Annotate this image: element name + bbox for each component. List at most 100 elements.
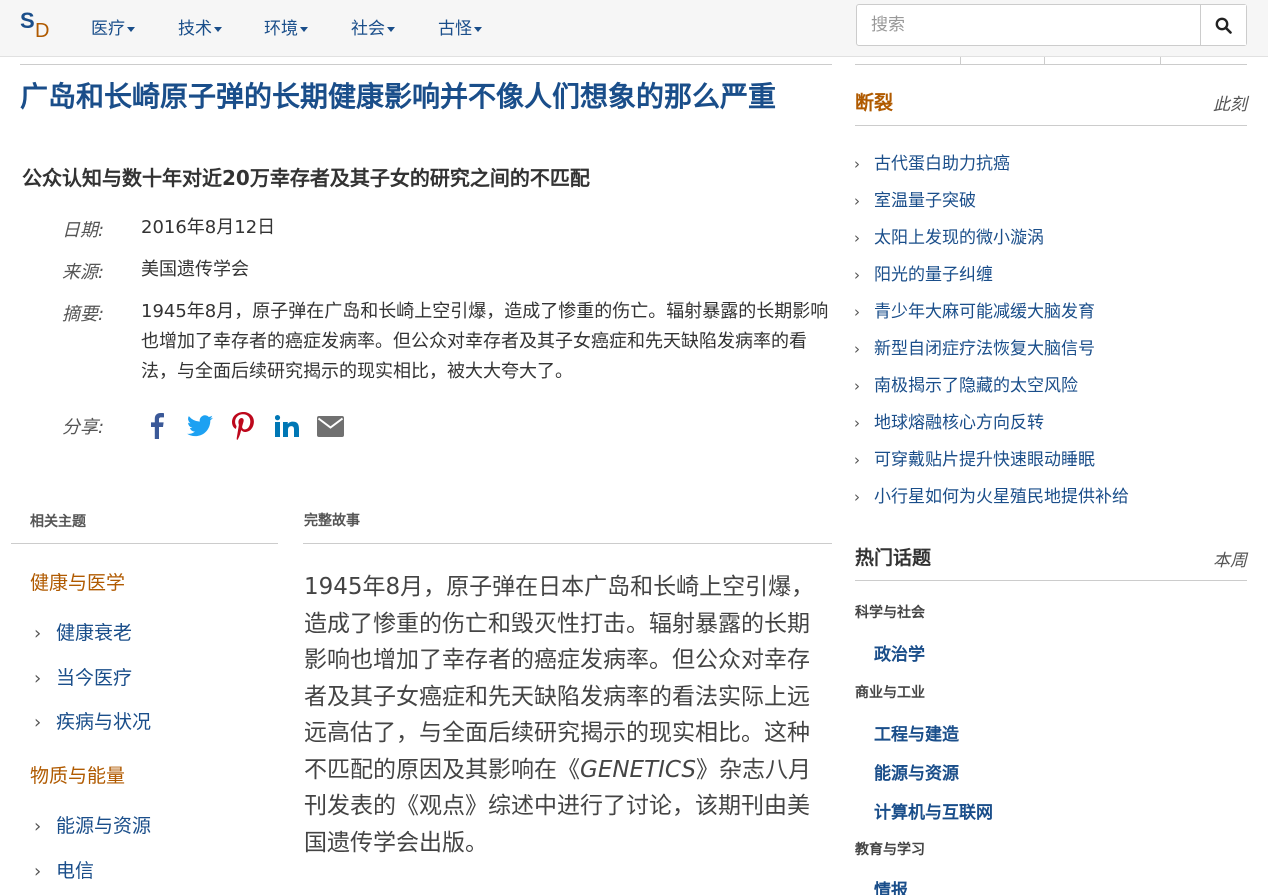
chevron-right-icon: › — [34, 816, 42, 837]
summary-text: 1945年8月，原子弹在广岛和长崎上空引爆，造成了惨重的伤亡。辐射暴露的长期影响… — [141, 301, 829, 382]
trending-heading: 热门话题 — [855, 547, 932, 569]
tab-separator — [1160, 57, 1161, 65]
breaking-news-label: 可穿戴贴片提升快速眼动睡眠 — [874, 450, 1095, 470]
divider — [20, 64, 832, 65]
tab-separator — [960, 57, 961, 65]
topic-link[interactable]: › 当今医疗 — [34, 663, 132, 690]
breaking-news-item[interactable]: › 小行星如何为火星殖民地提供补给 — [854, 482, 1129, 507]
trending-category: 教育与学习 — [855, 842, 925, 858]
breaking-news-label: 阳光的量子纠缠 — [874, 265, 993, 285]
breaking-when: 此刻 — [1213, 95, 1247, 115]
caret-down-icon — [127, 26, 135, 32]
nav-menu-health[interactable]: 医疗 — [91, 14, 135, 39]
breaking-news-item[interactable]: › 室温量子突破 — [854, 186, 976, 211]
breaking-heading: 断裂 — [855, 92, 894, 114]
nav-label: 医疗 — [91, 19, 125, 39]
trending-link[interactable]: 计算机与互联网 — [874, 798, 993, 823]
breaking-news-label: 小行星如何为火星殖民地提供补给 — [874, 487, 1129, 507]
chevron-right-icon: › — [34, 861, 42, 882]
breaking-news-item[interactable]: › 可穿戴贴片提升快速眼动睡眠 — [854, 445, 1095, 470]
trending-link[interactable]: 能源与资源 — [874, 759, 959, 784]
search-input[interactable] — [857, 5, 1200, 45]
story-text: 1945年8月，原子弹在日本广岛和长崎上空引爆，造成了惨重的伤亡和毁灭性打击。辐… — [304, 574, 815, 783]
trending-category: 科学与社会 — [855, 605, 925, 621]
page-subtitle: 公众认知与数十年对近20万幸存者及其子女的研究之间的不匹配 — [22, 166, 590, 190]
trending-link[interactable]: 工程与建造 — [874, 720, 959, 745]
chevron-right-icon: › — [34, 623, 42, 644]
topic-link-label: 当今医疗 — [56, 667, 133, 689]
nav-label: 环境 — [264, 19, 298, 39]
nav-label: 技术 — [178, 19, 212, 39]
breaking-news-label: 太阳上发现的微小漩涡 — [874, 228, 1044, 248]
chevron-right-icon: › — [854, 303, 860, 321]
full-story-heading: 完整故事 — [304, 513, 360, 529]
search-icon — [1215, 17, 1232, 34]
nav-menu-society[interactable]: 社会 — [351, 14, 395, 39]
chevron-right-icon: › — [34, 712, 42, 733]
nav-label: 社会 — [351, 19, 385, 39]
breaking-news-item[interactable]: › 阳光的量子纠缠 — [854, 260, 993, 285]
caret-down-icon — [474, 26, 482, 32]
divider — [855, 125, 1247, 126]
site-logo[interactable]: S D — [20, 8, 56, 44]
twitter-icon[interactable] — [186, 410, 214, 442]
breaking-news-item[interactable]: › 古代蛋白助力抗癌 — [854, 149, 1010, 174]
summary-label: 摘要: — [62, 304, 105, 325]
breaking-news-label: 南极揭示了隐藏的太空风险 — [874, 376, 1078, 396]
breaking-news-label: 地球熔融核心方向反转 — [874, 413, 1044, 433]
date-value: 2016年8月12日 — [141, 217, 276, 238]
trending-when: 本周 — [1213, 551, 1247, 571]
breaking-news-item[interactable]: › 太阳上发现的微小漩涡 — [854, 223, 1044, 248]
page-title: 广岛和长崎原子弹的长期健康影响并不像人们想象的那么严重 — [20, 80, 777, 113]
tab-separator — [1044, 57, 1045, 65]
divider — [855, 580, 1247, 581]
facebook-icon[interactable] — [146, 410, 168, 442]
story-body: 1945年8月，原子弹在日本广岛和长崎上空引爆，造成了惨重的伤亡和毁灭性打击。辐… — [304, 569, 824, 861]
topic-category-health: 健康与医学 — [30, 572, 126, 594]
breaking-news-item[interactable]: › 新型自闭症疗法恢复大脑信号 — [854, 334, 1095, 359]
topic-link-label: 电信 — [56, 860, 95, 882]
chevron-right-icon: › — [854, 488, 860, 506]
linkedin-icon[interactable] — [274, 410, 300, 442]
chevron-right-icon: › — [854, 377, 860, 395]
breaking-news-label: 新型自闭症疗法恢复大脑信号 — [874, 339, 1095, 359]
topic-link-label: 疾病与状况 — [56, 711, 152, 733]
chevron-right-icon: › — [34, 668, 42, 689]
topic-link[interactable]: › 电信 — [34, 856, 94, 883]
top-navbar: S D 医疗 技术 环境 社会 古怪 — [0, 0, 1268, 57]
chevron-right-icon: › — [854, 414, 860, 432]
trending-category: 商业与工业 — [855, 685, 925, 701]
topic-link-label: 健康衰老 — [56, 622, 133, 644]
nav-menu-environment[interactable]: 环境 — [264, 14, 308, 39]
trending-link[interactable]: 政治学 — [874, 640, 925, 665]
date-label: 日期: — [62, 220, 105, 241]
nav-menu-tech[interactable]: 技术 — [178, 14, 222, 39]
topic-link[interactable]: › 健康衰老 — [34, 618, 132, 645]
search-button[interactable] — [1200, 5, 1246, 45]
source-label: 来源: — [62, 262, 105, 283]
breaking-news-item[interactable]: › 地球熔融核心方向反转 — [854, 408, 1044, 433]
breaking-news-item[interactable]: › 青少年大麻可能减缓大脑发育 — [854, 297, 1095, 322]
chevron-right-icon: › — [854, 155, 860, 173]
topic-link[interactable]: › 能源与资源 — [34, 811, 151, 838]
tab-strip-bottom — [855, 64, 1247, 65]
nav-label: 古怪 — [438, 19, 472, 39]
chevron-right-icon: › — [854, 192, 860, 210]
chevron-right-icon: › — [854, 340, 860, 358]
nav-menu-quirky[interactable]: 古怪 — [438, 14, 482, 39]
topic-link[interactable]: › 疾病与状况 — [34, 707, 151, 734]
trending-link[interactable]: 情报 — [874, 876, 908, 895]
caret-down-icon — [214, 26, 222, 32]
search-box — [856, 4, 1247, 46]
source-value: 美国遗传学会 — [141, 259, 249, 280]
caret-down-icon — [300, 26, 308, 32]
logo-letter-s: S — [20, 8, 35, 33]
breaking-news-item[interactable]: › 南极揭示了隐藏的太空风险 — [854, 371, 1078, 396]
topic-link-label: 能源与资源 — [56, 815, 152, 837]
chevron-right-icon: › — [854, 229, 860, 247]
pinterest-icon[interactable] — [230, 410, 256, 442]
breaking-news-label: 古代蛋白助力抗癌 — [874, 154, 1010, 174]
email-icon[interactable] — [316, 410, 344, 442]
logo-letter-d: D — [35, 20, 50, 42]
chevron-right-icon: › — [854, 451, 860, 469]
